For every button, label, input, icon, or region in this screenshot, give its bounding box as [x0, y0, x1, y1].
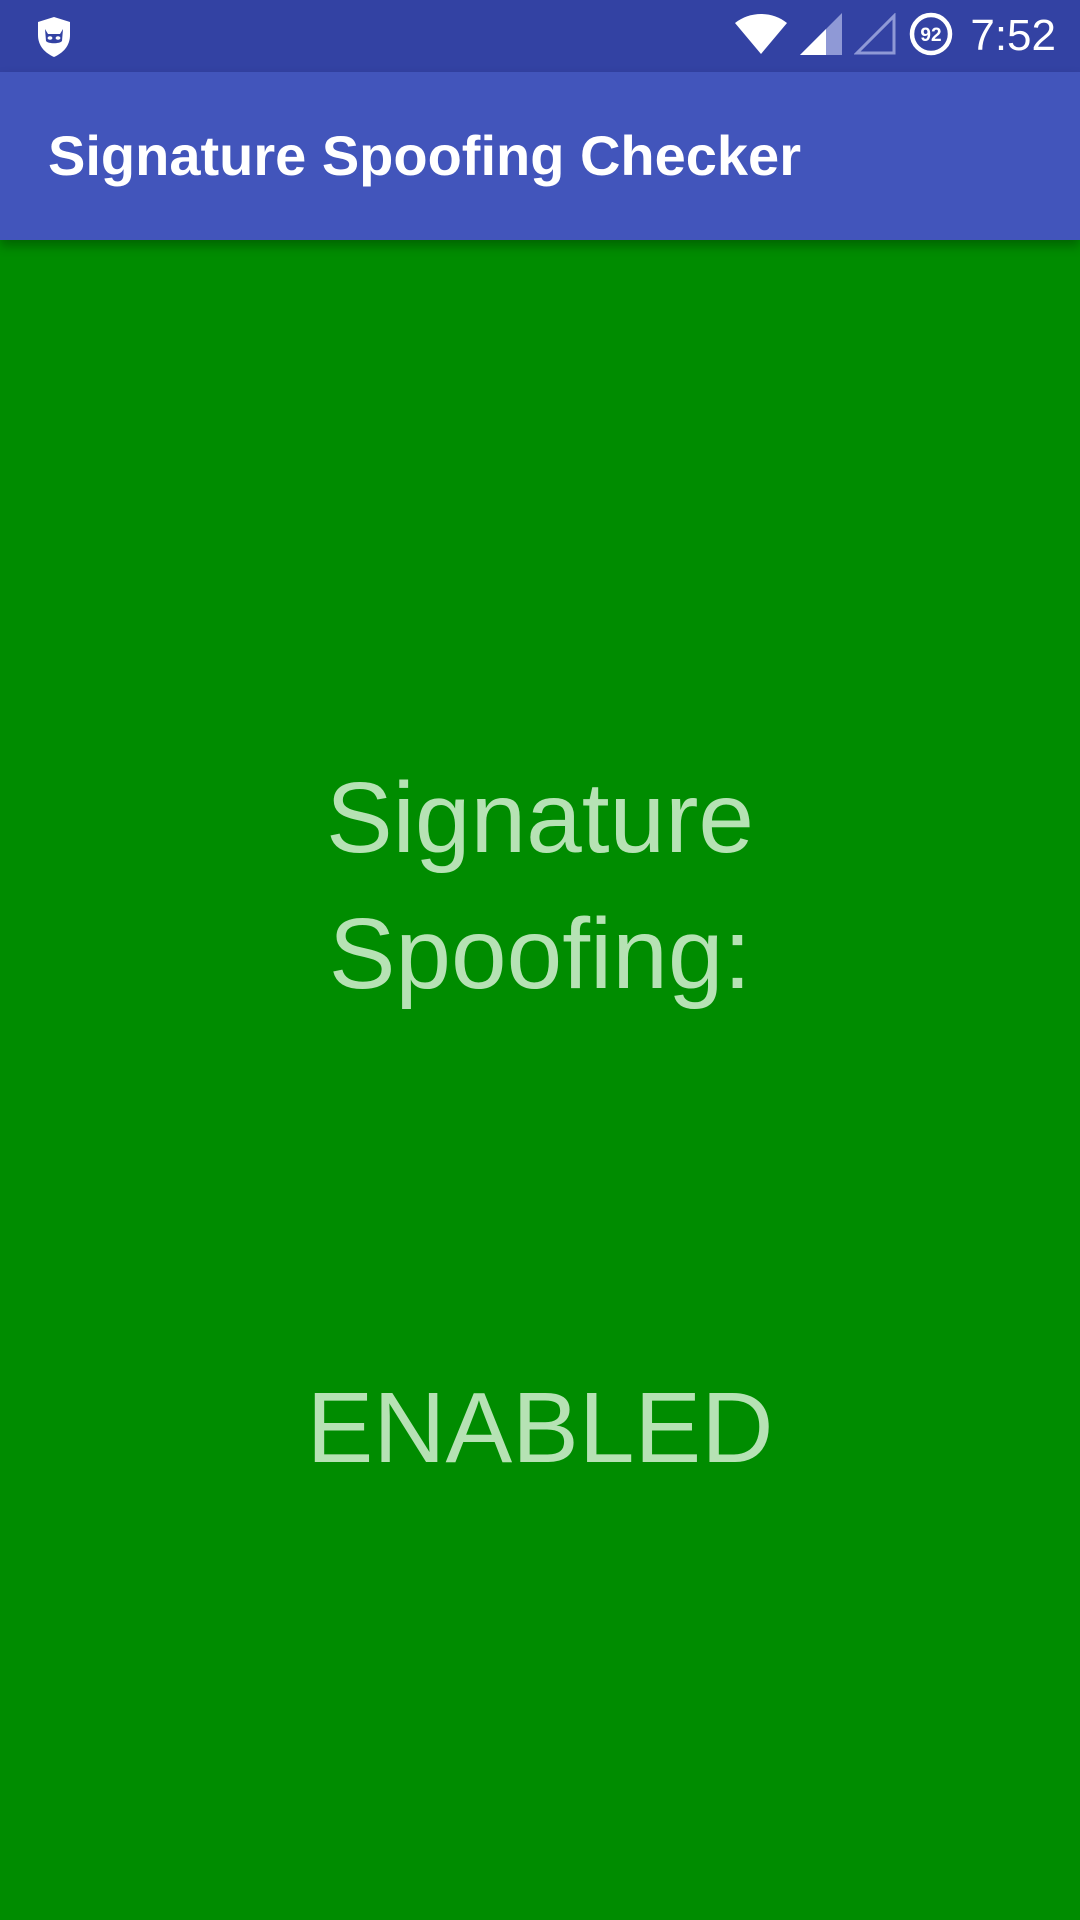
main-content: Signature Spoofing: ENABLED — [0, 240, 1080, 1920]
battery-level: 92 — [921, 25, 942, 46]
wifi-icon — [734, 13, 788, 60]
status-label-line1: Signature — [325, 762, 755, 874]
status-label-line2: Spoofing: — [328, 898, 752, 1010]
app-title: Signature Spoofing Checker — [48, 124, 801, 187]
cell-signal-empty-icon — [853, 11, 896, 60]
app-bar: Signature Spoofing Checker — [0, 72, 1080, 240]
cell-signal-icon — [800, 12, 843, 60]
battery-icon: 92 — [908, 11, 954, 62]
clock: 7:52 — [970, 11, 1056, 60]
shield-cat-icon — [34, 15, 74, 59]
status-value: ENABLED — [306, 1372, 774, 1484]
status-bar: 92 7:52 — [0, 0, 1080, 72]
